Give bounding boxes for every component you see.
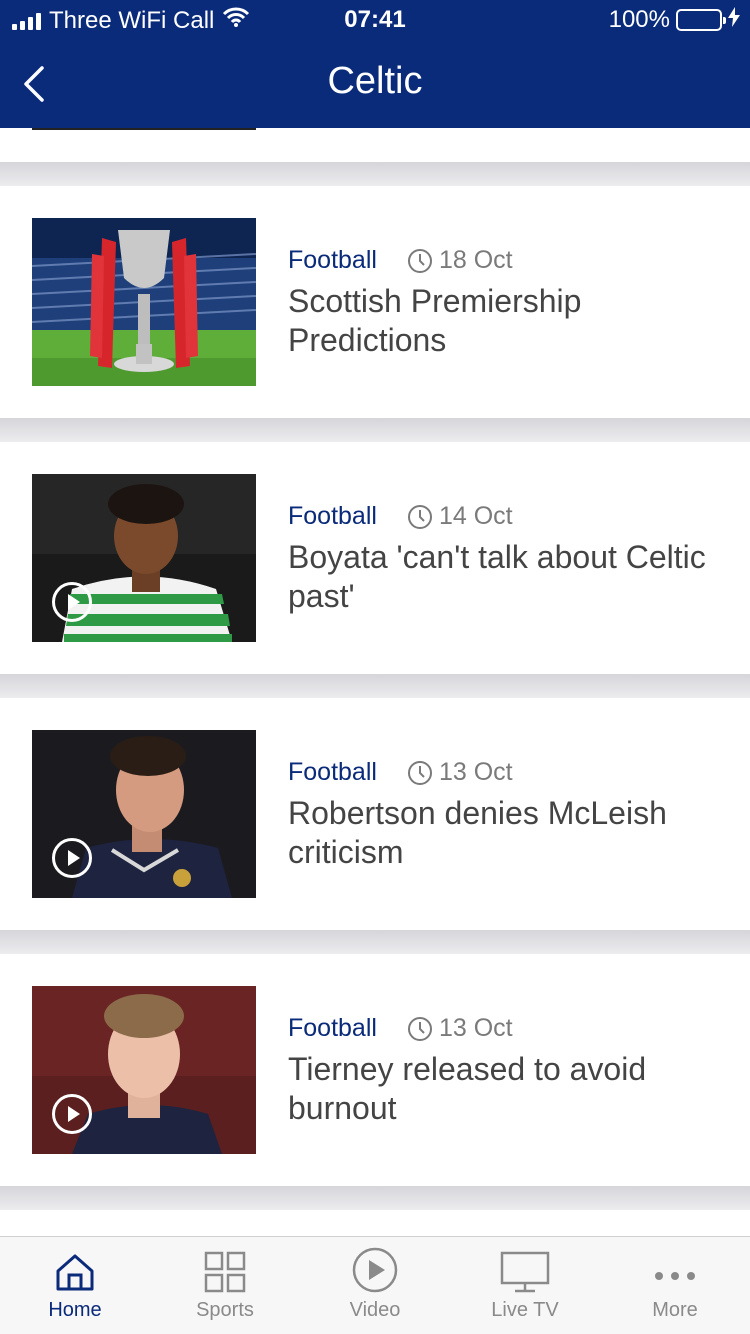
article-headline[interactable]: Boyata 'can't talk about Celtic past' [288, 538, 728, 616]
article-date: 13 Oct [438, 1014, 513, 1042]
clock-icon [407, 504, 433, 530]
status-bar: Three WiFi Call 07:41 100% [0, 0, 750, 40]
divider [0, 930, 750, 954]
tab-label: Sports [196, 1299, 254, 1321]
article-date: 18 Oct [438, 246, 513, 274]
tab-label: Home [48, 1299, 102, 1321]
article-thumbnail [32, 730, 256, 898]
article-thumbnail [32, 218, 256, 386]
article-list: Football 18 Oct Scottish Premiership Pre… [0, 128, 750, 1236]
article-card[interactable]: Football 13 Oct Robertson denies McLeish… [0, 698, 750, 930]
tab-sports[interactable]: Sports [150, 1237, 300, 1334]
article-thumbnail [32, 474, 256, 642]
article-card[interactable]: Football 18 Oct Scottish Premiership Pre… [0, 186, 750, 418]
article-date: 13 Oct [438, 758, 513, 786]
tab-video[interactable]: Video [300, 1237, 450, 1334]
article-card[interactable]: Football 14 Oct Boyata 'can't talk about… [0, 442, 750, 674]
tab-label: Live TV [491, 1299, 559, 1321]
article-headline[interactable]: Tierney released to avoid burnout [288, 1050, 728, 1128]
home-icon [54, 1237, 96, 1299]
clock-icon [407, 760, 433, 786]
more-icon [653, 1237, 697, 1299]
play-icon [52, 582, 92, 622]
article-category[interactable]: Football [288, 1014, 377, 1043]
article-headline[interactable]: Scottish Premiership Predictions [288, 282, 728, 360]
battery-percent: 100% [608, 6, 670, 33]
clock-icon [407, 1016, 433, 1042]
article-category[interactable]: Football [288, 502, 377, 531]
tab-home[interactable]: Home [0, 1237, 150, 1334]
grid-icon [204, 1237, 246, 1299]
list-item[interactable] [0, 1210, 750, 1236]
clock-icon [407, 248, 433, 274]
charging-icon [728, 6, 740, 34]
divider [0, 674, 750, 698]
divider [0, 162, 750, 186]
play-icon [52, 838, 92, 878]
article-category[interactable]: Football [288, 758, 377, 787]
article-category[interactable]: Football [288, 246, 377, 275]
article-thumbnail [32, 986, 256, 1154]
battery-icon [676, 9, 726, 31]
tab-label: More [652, 1299, 698, 1321]
tab-live-tv[interactable]: Live TV [450, 1237, 600, 1334]
article-card[interactable]: Football 13 Oct Tierney released to avoi… [0, 954, 750, 1186]
tab-more[interactable]: More [600, 1237, 750, 1334]
tab-bar: Home Sports Video Live TV More [0, 1236, 750, 1334]
tv-icon [500, 1237, 550, 1299]
article-date: 14 Oct [438, 502, 513, 530]
divider [0, 1186, 750, 1210]
play-icon [52, 1094, 92, 1134]
divider [0, 418, 750, 442]
play-circle-icon [352, 1237, 398, 1299]
nav-bar: Celtic [0, 40, 750, 128]
list-item[interactable] [0, 128, 750, 162]
page-title: Celtic [327, 60, 423, 102]
tab-label: Video [349, 1299, 401, 1321]
article-headline[interactable]: Robertson denies McLeish criticism [288, 794, 728, 872]
